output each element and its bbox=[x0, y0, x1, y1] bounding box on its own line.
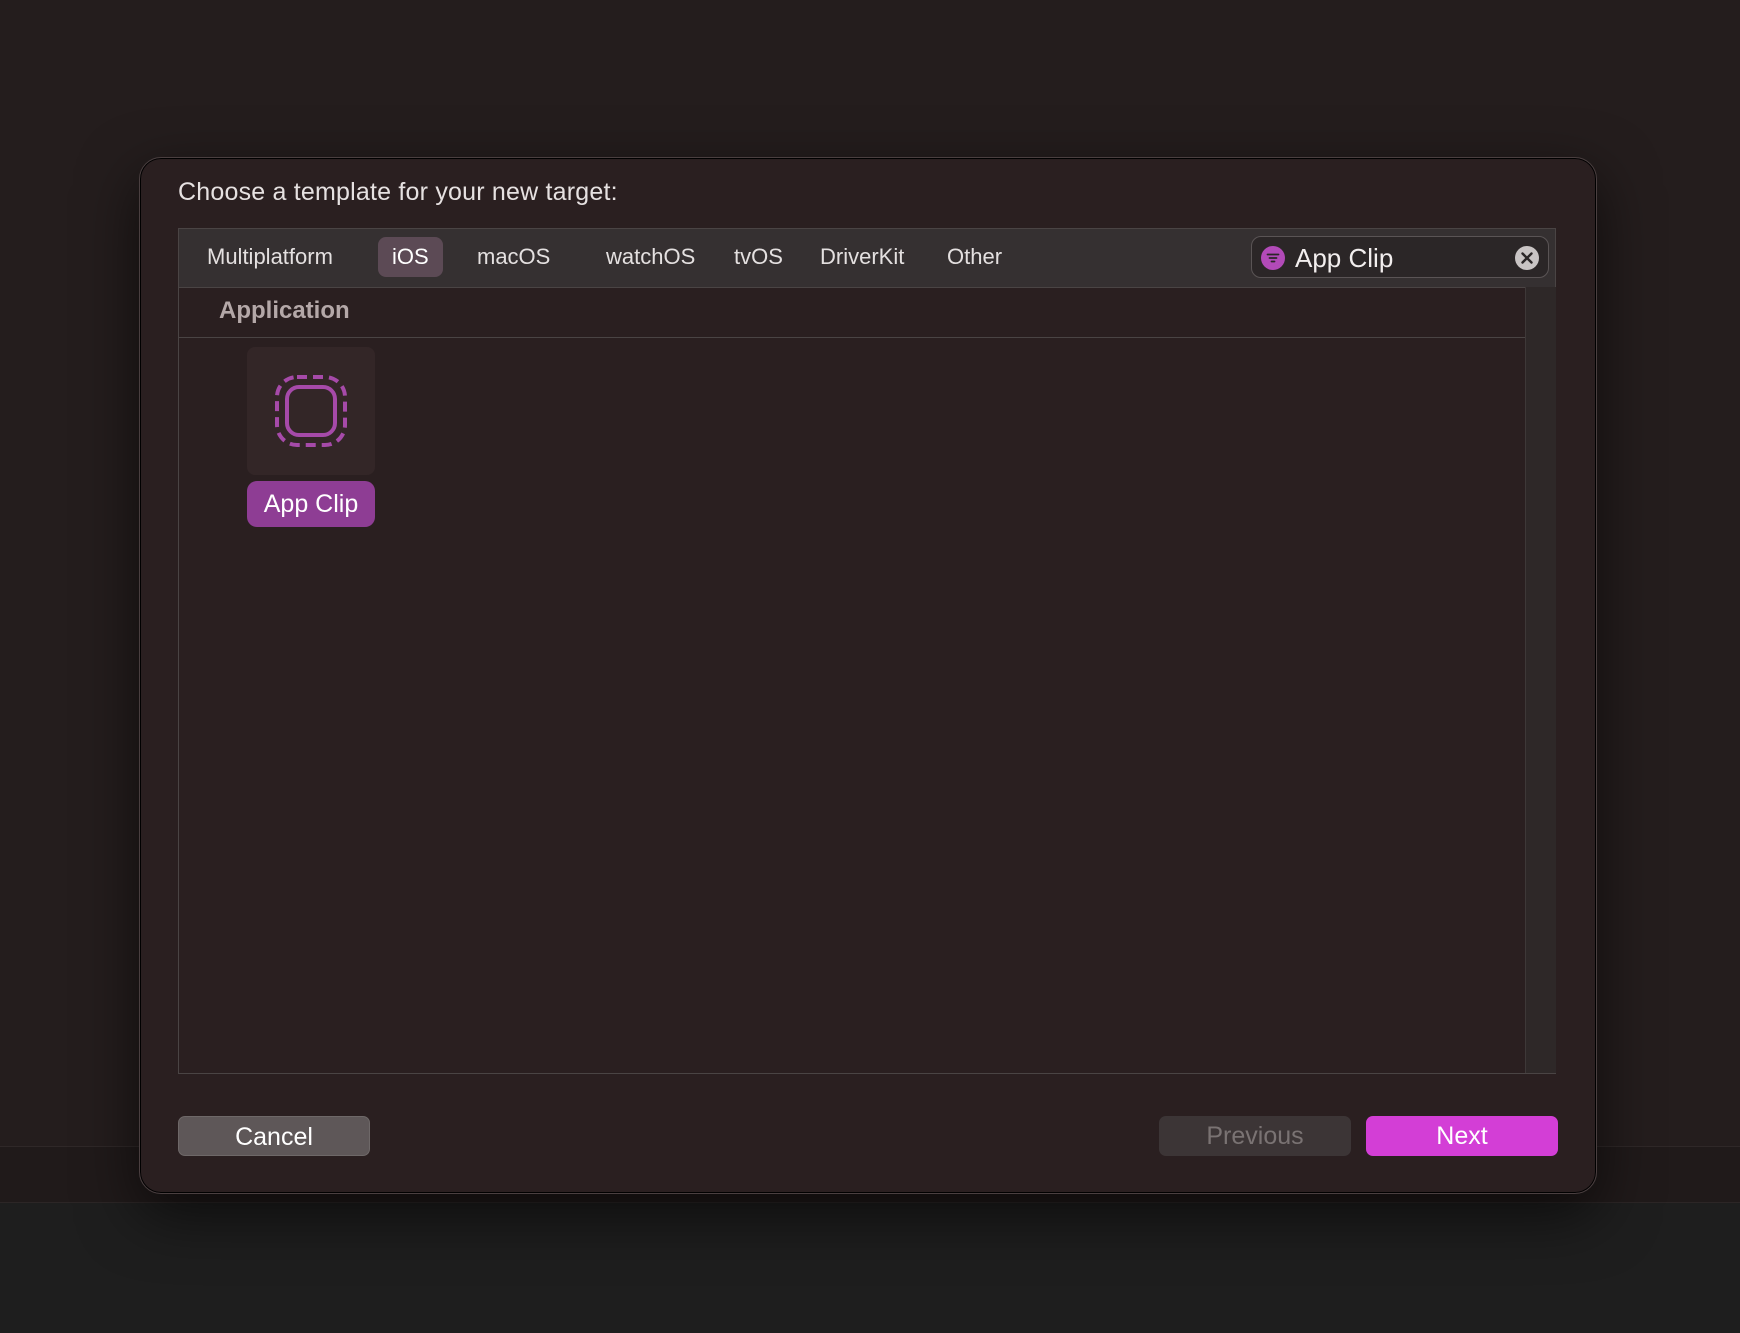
section-label: Application bbox=[219, 297, 350, 324]
template-icon-tile[interactable] bbox=[247, 347, 375, 475]
scrollbar[interactable] bbox=[1525, 287, 1556, 1073]
section-header: Application bbox=[179, 287, 1525, 338]
clear-icon[interactable] bbox=[1514, 245, 1540, 271]
tab-multiplatform[interactable]: Multiplatform bbox=[193, 237, 347, 277]
previous-button[interactable]: Previous bbox=[1159, 1116, 1351, 1156]
next-button[interactable]: Next bbox=[1366, 1116, 1558, 1156]
app-clip-icon bbox=[275, 375, 347, 447]
filter-search-field[interactable]: App Clip bbox=[1251, 236, 1549, 278]
tab-macos[interactable]: macOS bbox=[463, 237, 564, 277]
template-item-app-clip[interactable]: App Clip bbox=[247, 347, 377, 527]
cancel-button[interactable]: Cancel bbox=[178, 1116, 370, 1156]
tab-other[interactable]: Other bbox=[933, 237, 1016, 277]
template-chooser-dialog: Choose a template for your new target: M… bbox=[139, 157, 1597, 1194]
dialog-title: Choose a template for your new target: bbox=[178, 178, 618, 206]
search-input[interactable]: App Clip bbox=[1295, 237, 1393, 277]
tab-watchos[interactable]: watchOS bbox=[592, 237, 709, 277]
template-label[interactable]: App Clip bbox=[247, 481, 375, 527]
platform-tab-bar: Multiplatform iOS macOS watchOS tvOS Dri… bbox=[179, 229, 1555, 288]
filter-icon[interactable] bbox=[1261, 246, 1285, 270]
bottom-area bbox=[0, 1202, 1740, 1333]
tab-driverkit[interactable]: DriverKit bbox=[806, 237, 918, 277]
tab-ios[interactable]: iOS bbox=[378, 237, 443, 277]
tab-tvos[interactable]: tvOS bbox=[720, 237, 797, 277]
template-panel: Multiplatform iOS macOS watchOS tvOS Dri… bbox=[178, 228, 1556, 1074]
